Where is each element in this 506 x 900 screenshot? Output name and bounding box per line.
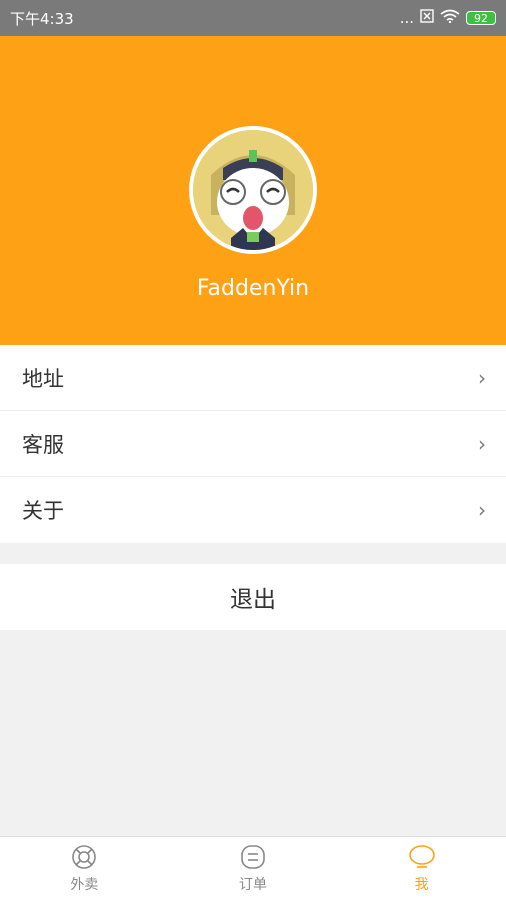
tab-label: 我: [414, 876, 429, 893]
sim-icon: [420, 9, 434, 27]
order-icon: [241, 844, 265, 869]
chevron-right-icon: ›: [478, 498, 486, 522]
menu-item-about[interactable]: 关于 ›: [0, 477, 506, 543]
avatar[interactable]: [189, 126, 317, 254]
tab-orders[interactable]: 订单: [169, 837, 338, 900]
battery-icon: 92: [466, 11, 496, 25]
status-time: 下午4:33: [10, 9, 74, 28]
menu-item-label: 客服: [22, 432, 64, 457]
tab-me[interactable]: 我: [337, 837, 506, 900]
menu-item-address[interactable]: 地址 ›: [0, 345, 506, 411]
bottom-tab-bar: 外卖 订单 我: [0, 836, 506, 900]
tab-label: 订单: [239, 876, 267, 893]
chevron-right-icon: ›: [478, 365, 486, 390]
takeout-icon: [72, 844, 97, 869]
logout-button[interactable]: 退出: [0, 564, 506, 630]
menu-item-customer-service[interactable]: 客服 ›: [0, 411, 506, 477]
status-icons: ... 92: [400, 9, 496, 27]
tab-takeout[interactable]: 外卖: [0, 837, 169, 900]
profile-header: FaddenYin: [0, 36, 506, 345]
chevron-right-icon: ›: [478, 431, 486, 456]
avatar-image: [193, 130, 313, 250]
settings-menu: 地址 › 客服 › 关于 ›: [0, 345, 506, 543]
menu-item-label: 关于: [22, 499, 64, 523]
menu-item-label: 地址: [22, 366, 64, 391]
signal-dots: ...: [399, 9, 414, 27]
me-icon: [408, 844, 435, 868]
tab-label: 外卖: [70, 876, 99, 893]
status-bar: 下午4:33 ... 92: [0, 0, 506, 36]
wifi-icon: [440, 9, 460, 27]
username: FaddenYin: [196, 276, 310, 301]
